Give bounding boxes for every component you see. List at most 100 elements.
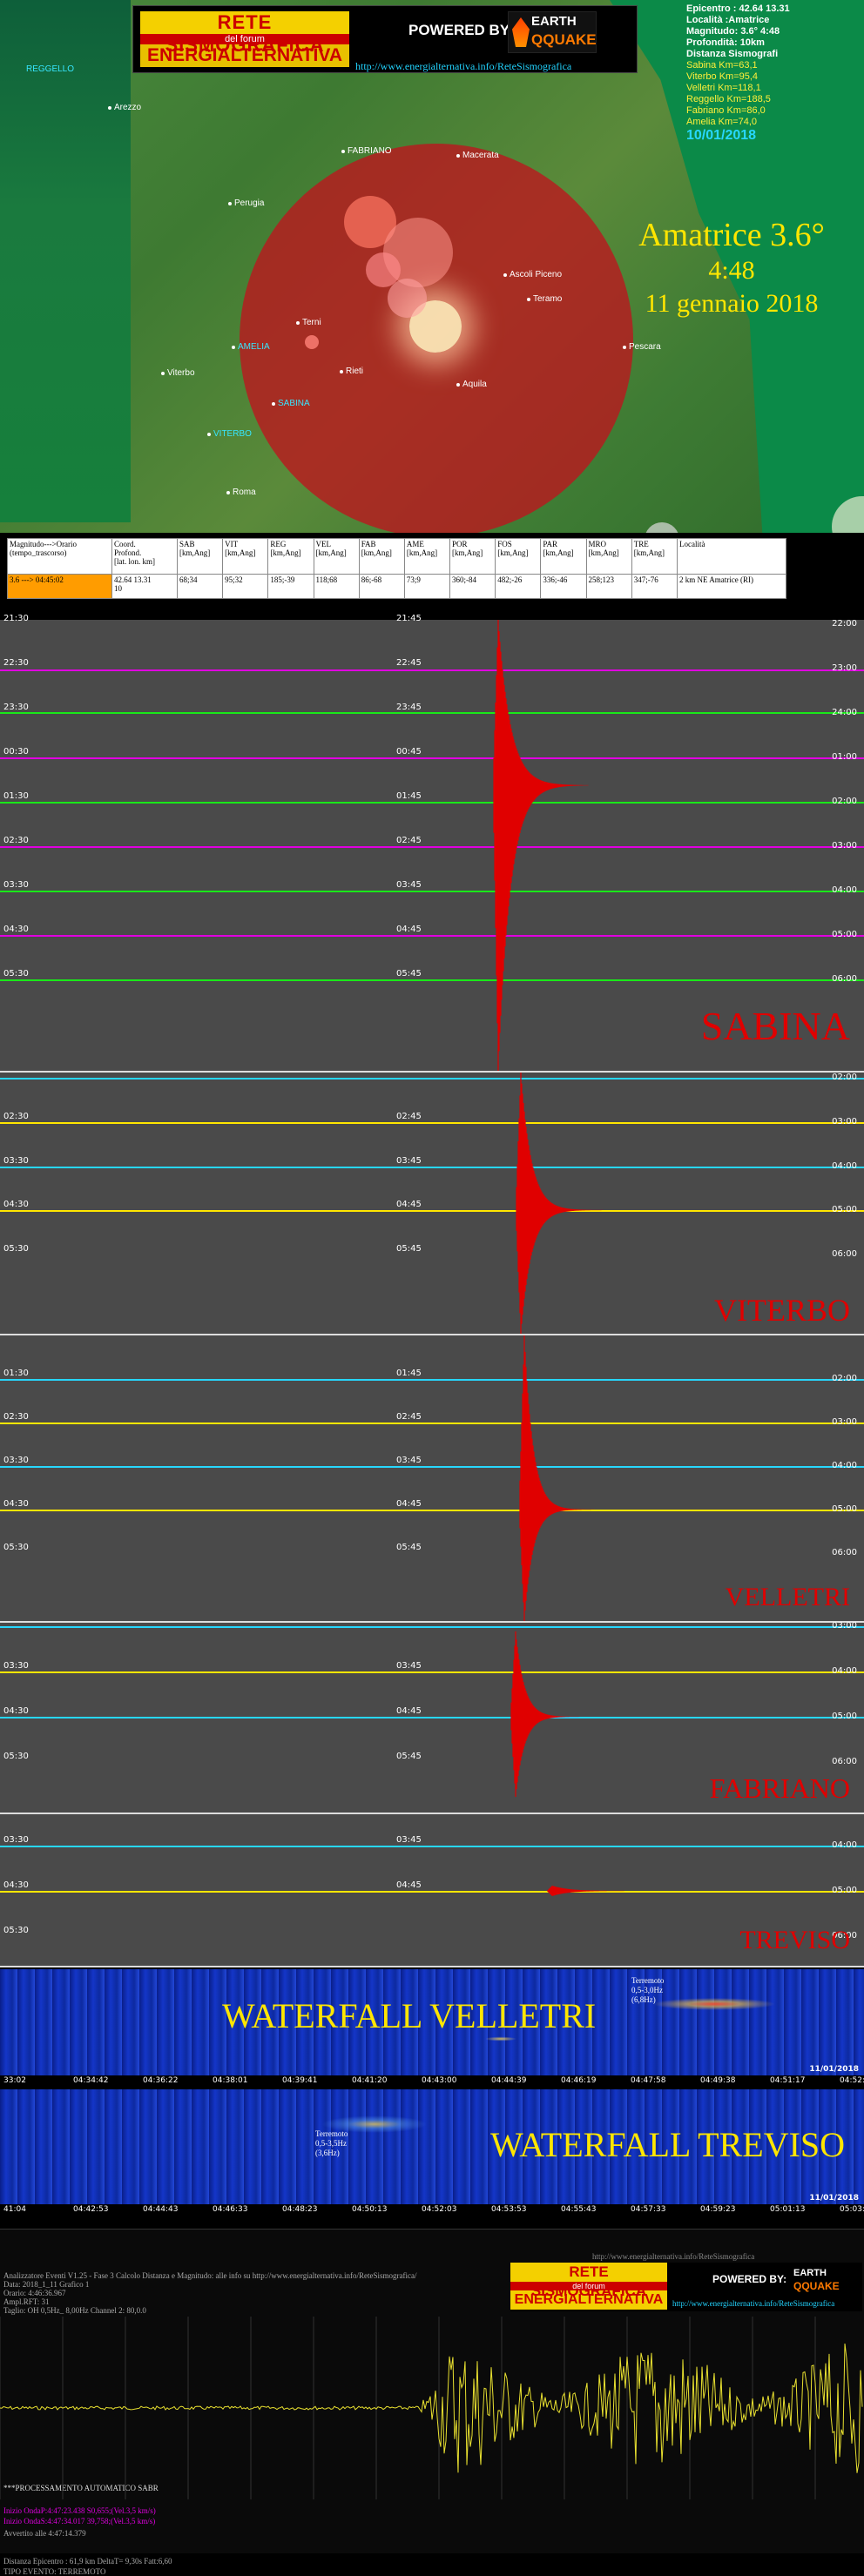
city-pescara: Pescara: [623, 342, 661, 352]
station-name-viterbo: VITERBO: [714, 1293, 850, 1328]
city-reggello: REGGELLO: [26, 64, 75, 74]
analyzer-text-line: Avvertito alle 4:47:14.379: [3, 2529, 86, 2538]
event-marker-5: [305, 335, 319, 349]
analyzer-powered-label: POWERED BY:: [712, 2273, 787, 2285]
axis-tick-label: 33:02: [3, 2076, 26, 2085]
table-header: VIT [km,Ang]: [222, 538, 269, 575]
table-header: SAB [km,Ang]: [176, 538, 224, 575]
table-header: POR [km,Ang]: [449, 538, 496, 575]
waterfall-treviso-label: WATERFALL TREVISO: [490, 2125, 846, 2164]
seismic-wave: [547, 1886, 643, 1896]
city-fabriano: FABRIANO: [341, 146, 392, 156]
axis-tick-label: 04:52:57: [840, 2076, 864, 2085]
axis-tick-label: 04:43:00: [422, 2076, 457, 2085]
axis-tick-label: 41:04: [3, 2205, 26, 2214]
axis-tick-label: 04:38:01: [213, 2076, 248, 2085]
city-viterbo-station-label: VITERBO: [213, 429, 252, 439]
axis-tick-label: 04:44:39: [491, 2076, 527, 2085]
axis-tick-label: 04:49:38: [700, 2076, 736, 2085]
city-amelia: AMELIA: [232, 342, 270, 352]
powered-by-label: POWERED BY:: [408, 22, 514, 38]
distance-heading: Distanza Sismografi: [686, 49, 779, 59]
distance-viterbo: Viterbo Km=95,4: [686, 71, 759, 82]
distance-amelia: Amelia Km=74,0: [686, 117, 758, 127]
analyzer-text-line: Inizio OndaS:4:47:34.017 39,758;(Vel.3,5…: [3, 2517, 156, 2526]
table-header: Coord. Profond. [lat. lon. km]: [111, 538, 178, 575]
event-analyzer-panel: RETE SISMOGRAFICA del forum ENERGIALTERN…: [0, 2229, 864, 2576]
table-cell: 185;-39: [267, 573, 314, 600]
rete-logo-forum: del forum: [140, 34, 349, 44]
distance-fabriano: Fabriano Km=86,0: [686, 105, 766, 116]
analyzer-url-top[interactable]: http://www.energialternativa.info/ReteSi…: [592, 2252, 754, 2261]
city-roma: Roma: [226, 488, 256, 497]
axis-tick-label: 04:52:03: [422, 2205, 457, 2214]
table-header: VEL [km,Ang]: [313, 538, 360, 575]
city-pescara-label: Pescara: [629, 342, 661, 352]
analyzer-waveform: [0, 2317, 863, 2499]
analyzer-text-line: Orario: 4:46:36.967: [3, 2289, 66, 2297]
axis-tick-label: 04:36:22: [143, 2076, 179, 2085]
city-terni: Terni: [296, 318, 321, 327]
waterfall-note-line: Terremoto: [315, 2129, 348, 2138]
axis-tick-label: 04:34:42: [73, 2076, 109, 2085]
analyzer-text-line: TIPO EVENTO: TERREMOTO: [3, 2567, 106, 2576]
analyzer-banner: RETE SISMOGRAFICA del forum ENERGIALTERN…: [510, 2263, 862, 2311]
waterfall-note-line: (3,6Hz): [315, 2149, 340, 2157]
axis-tick-label: 04:59:23: [700, 2205, 736, 2214]
axis-tick-label: 04:42:53: [73, 2205, 109, 2214]
table-header: MRO [km,Ang]: [585, 538, 632, 575]
epicenter-map: RETE SISMOGRAFICA del forum ENERGIALTERN…: [0, 0, 864, 533]
city-perugia-label: Perugia: [234, 198, 265, 208]
rete-logo-title: RETE SISMOGRAFICA: [140, 11, 349, 56]
event-title-place: Amatrice 3.6°: [638, 217, 825, 253]
analyzer-rete-title: RETE SISMOGRAFICA: [530, 2263, 647, 2299]
seismogram-fabriano: 03:30 04:30 05:30 03:45 04:45 05:45 03:00 04:00…: [0, 1621, 864, 1814]
analyzer-text-line: Taglio: OH 0,5Hz_ 8,00Hz Channel 2: 80,0…: [3, 2306, 146, 2315]
table-header: PAR [km,Ang]: [540, 538, 587, 575]
waterfall-note-line: (6,8Hz): [631, 1995, 656, 2004]
table-header: FOS [km,Ang]: [495, 538, 542, 575]
city-terni-label: Terni: [302, 318, 321, 327]
axis-tick-label: 05:03:03: [840, 2205, 864, 2214]
station-name-velletri: VELLETRI: [725, 1583, 850, 1611]
table-cell: 73;9: [403, 573, 451, 600]
waterfall-note-line: 0,5-3,0Hz: [631, 1986, 663, 1994]
analyzer-url-link[interactable]: http://www.energialternativa.info/ReteSi…: [672, 2299, 834, 2308]
axis-tick-label: 04:46:19: [561, 2076, 597, 2085]
epicenter-text: Epicentro : 42.64 13.31: [686, 3, 790, 14]
station-name-sabina: SABINA: [700, 1004, 850, 1048]
event-title-time: 4:48: [708, 256, 755, 285]
axis-tick-label: 04:48:23: [282, 2205, 318, 2214]
axis-tick-label: 04:44:43: [143, 2205, 179, 2214]
city-arezzo: Arezzo: [108, 103, 141, 112]
network-url-link[interactable]: http://www.energialternativa.info/ReteSi…: [355, 60, 571, 73]
table-cell: 258;123: [585, 573, 632, 600]
city-macerata-label: Macerata: [462, 151, 499, 160]
city-sabina-label: SABINA: [278, 399, 310, 408]
waterfall-velletri-axis: 33:02 04:34:42 04:36:22 04:38:01 04:39:41 04:…: [0, 2075, 864, 2088]
table-cell: 118;68: [313, 573, 360, 600]
flame-icon: [512, 17, 530, 47]
city-perugia: Perugia: [228, 198, 264, 208]
seismic-wave: [510, 1631, 606, 1797]
rete-logo-energ: ENERGIALTERNATIVA: [147, 45, 342, 65]
map-terrain-west: [0, 0, 131, 522]
axis-tick-label: 04:53:53: [491, 2205, 527, 2214]
event-date: 10/01/2018: [686, 128, 757, 143]
logo-quake-text: QQUAKE: [531, 31, 597, 48]
city-sabina: SABINA: [272, 399, 310, 408]
waterfall-velletri-label: WATERFALL VELLETRI: [222, 1996, 597, 2035]
axis-tick-label: 04:46:33: [213, 2205, 248, 2214]
analyzer-rete-logo: RETE SISMOGRAFICA del forum ENERGIALTERN…: [510, 2263, 667, 2310]
city-amelia-label: AMELIA: [238, 342, 270, 352]
analyzer-text-line: Ampl.RFT: 31: [3, 2297, 50, 2306]
table-row: 3.6 ---> 04:45:02 42.64 13.31 10 68;34 9…: [7, 573, 786, 600]
city-roma-label: Roma: [233, 488, 256, 497]
distance-sabina: Sabina Km=63,1: [686, 60, 758, 71]
rete-logo: RETE SISMOGRAFICA del forum ENERGIALTERN…: [140, 11, 349, 67]
axis-tick-label: 05:01:13: [770, 2205, 806, 2214]
event-info-box: Epicentro : 42.64 13.31 Località :Amatri…: [686, 3, 861, 144]
table-cell: 2 km NE Amatrice (RI): [677, 573, 786, 600]
seismogram-viterbo: 02:30 03:30 04:30 05:30 02:45 03:45 04:45 05:45…: [0, 1073, 864, 1335]
city-ascoli: Ascoli Piceno: [503, 270, 562, 279]
